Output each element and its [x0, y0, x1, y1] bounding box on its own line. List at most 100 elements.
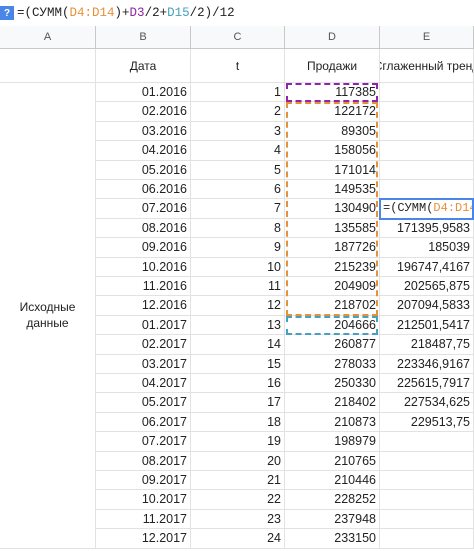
- t-cell[interactable]: 7: [191, 199, 285, 219]
- date-cell[interactable]: 06.2017: [96, 412, 191, 433]
- sales-cell[interactable]: 149535: [285, 180, 380, 200]
- t-cell[interactable]: 11: [191, 277, 285, 297]
- trend-cell[interactable]: 196747,4167: [380, 257, 474, 277]
- date-cell[interactable]: 02.2016: [96, 102, 191, 122]
- column-header-a[interactable]: A: [0, 26, 96, 49]
- t-cell[interactable]: 15: [191, 354, 285, 374]
- trend-cell[interactable]: [380, 180, 474, 200]
- t-cell[interactable]: 17: [191, 393, 285, 413]
- sales-cell[interactable]: 187726: [285, 238, 380, 258]
- trend-cell[interactable]: [380, 529, 474, 549]
- trend-cell[interactable]: 185039: [380, 238, 474, 258]
- date-cell[interactable]: 02.2017: [96, 335, 191, 355]
- t-cell[interactable]: 3: [191, 121, 285, 142]
- header-date[interactable]: Дата: [96, 49, 191, 83]
- date-cell[interactable]: 08.2017: [96, 451, 191, 471]
- column-header-b[interactable]: B: [96, 26, 191, 49]
- trend-cell[interactable]: 227534,625: [380, 393, 474, 413]
- date-cell[interactable]: 10.2016: [96, 257, 191, 277]
- date-cell[interactable]: 05.2016: [96, 160, 191, 180]
- t-cell[interactable]: 18: [191, 412, 285, 433]
- trend-cell[interactable]: [380, 509, 474, 530]
- sales-cell[interactable]: 250330: [285, 374, 380, 394]
- sales-cell[interactable]: 130490: [285, 199, 380, 219]
- date-cell[interactable]: 09.2016: [96, 238, 191, 258]
- formula-text[interactable]: =(СУММ(D4:D14)+D3/2+D15/2)/12: [17, 6, 235, 20]
- trend-cell[interactable]: [380, 490, 474, 510]
- sales-cell[interactable]: 260877: [285, 335, 380, 355]
- t-cell[interactable]: 1: [191, 83, 285, 103]
- trend-cell[interactable]: 223346,9167: [380, 354, 474, 374]
- date-cell[interactable]: 05.2017: [96, 393, 191, 413]
- sales-cell[interactable]: 210873: [285, 412, 380, 433]
- t-cell[interactable]: 16: [191, 374, 285, 394]
- header-smoothed[interactable]: Сглаженный тренд: [380, 49, 474, 83]
- cell-formula-editor[interactable]: =(СУММ(D4:D14): [379, 198, 474, 220]
- sales-cell[interactable]: 237948: [285, 509, 380, 530]
- trend-cell[interactable]: [380, 83, 474, 103]
- date-cell[interactable]: 09.2017: [96, 471, 191, 491]
- trend-cell[interactable]: 225615,7917: [380, 374, 474, 394]
- date-cell[interactable]: 03.2016: [96, 121, 191, 142]
- sales-cell[interactable]: 218402: [285, 393, 380, 413]
- header-cell-a[interactable]: [0, 49, 96, 83]
- t-cell[interactable]: 2: [191, 102, 285, 122]
- date-cell[interactable]: 10.2017: [96, 490, 191, 510]
- date-cell[interactable]: 07.2016: [96, 199, 191, 219]
- date-cell[interactable]: 01.2016: [96, 83, 191, 103]
- date-cell[interactable]: 11.2017: [96, 509, 191, 530]
- sales-cell[interactable]: 218702: [285, 296, 380, 316]
- t-cell[interactable]: 13: [191, 315, 285, 336]
- sales-cell[interactable]: 158056: [285, 141, 380, 161]
- t-cell[interactable]: 4: [191, 141, 285, 161]
- sales-cell[interactable]: 171014: [285, 160, 380, 180]
- formula-bar[interactable]: ? =(СУММ(D4:D14)+D3/2+D15/2)/12: [0, 0, 474, 27]
- t-cell[interactable]: 9: [191, 238, 285, 258]
- trend-cell[interactable]: 218487,75: [380, 335, 474, 355]
- trend-cell[interactable]: 212501,5417: [380, 315, 474, 336]
- column-header-c[interactable]: C: [191, 26, 285, 49]
- column-header-d[interactable]: D: [285, 26, 380, 49]
- t-cell[interactable]: 24: [191, 529, 285, 549]
- sales-cell[interactable]: 228252: [285, 490, 380, 510]
- sales-cell[interactable]: 233150: [285, 529, 380, 549]
- t-cell[interactable]: 5: [191, 160, 285, 180]
- header-t[interactable]: t: [191, 49, 285, 83]
- sales-cell[interactable]: 89305: [285, 121, 380, 142]
- t-cell[interactable]: 21: [191, 471, 285, 491]
- t-cell[interactable]: 14: [191, 335, 285, 355]
- sales-cell[interactable]: 210446: [285, 471, 380, 491]
- sales-cell[interactable]: 278033: [285, 354, 380, 374]
- header-sales[interactable]: Продажи: [285, 49, 380, 83]
- t-cell[interactable]: 22: [191, 490, 285, 510]
- date-cell[interactable]: 03.2017: [96, 354, 191, 374]
- sales-cell[interactable]: 210765: [285, 451, 380, 471]
- date-cell[interactable]: 01.2017: [96, 315, 191, 336]
- date-cell[interactable]: 06.2016: [96, 180, 191, 200]
- trend-cell[interactable]: 171395,9583: [380, 218, 474, 239]
- sales-cell[interactable]: 135585: [285, 218, 380, 239]
- date-cell[interactable]: 07.2017: [96, 432, 191, 452]
- date-cell[interactable]: 04.2016: [96, 141, 191, 161]
- t-cell[interactable]: 6: [191, 180, 285, 200]
- trend-cell[interactable]: [380, 121, 474, 142]
- trend-cell[interactable]: [380, 141, 474, 161]
- trend-cell[interactable]: 229513,75: [380, 412, 474, 433]
- sales-cell[interactable]: 204666: [285, 315, 380, 336]
- date-cell[interactable]: 04.2017: [96, 374, 191, 394]
- t-cell[interactable]: 19: [191, 432, 285, 452]
- column-header-e[interactable]: E: [380, 26, 474, 49]
- group-label-cell[interactable]: Исходные данные: [0, 83, 96, 549]
- trend-cell[interactable]: [380, 102, 474, 122]
- t-cell[interactable]: 12: [191, 296, 285, 316]
- trend-cell[interactable]: [380, 432, 474, 452]
- t-cell[interactable]: 10: [191, 257, 285, 277]
- t-cell[interactable]: 8: [191, 218, 285, 239]
- t-cell[interactable]: 20: [191, 451, 285, 471]
- date-cell[interactable]: 08.2016: [96, 218, 191, 239]
- date-cell[interactable]: 11.2016: [96, 277, 191, 297]
- date-cell[interactable]: 12.2017: [96, 529, 191, 549]
- sales-cell[interactable]: 117385: [285, 83, 380, 103]
- sales-cell[interactable]: 204909: [285, 277, 380, 297]
- trend-cell[interactable]: [380, 451, 474, 471]
